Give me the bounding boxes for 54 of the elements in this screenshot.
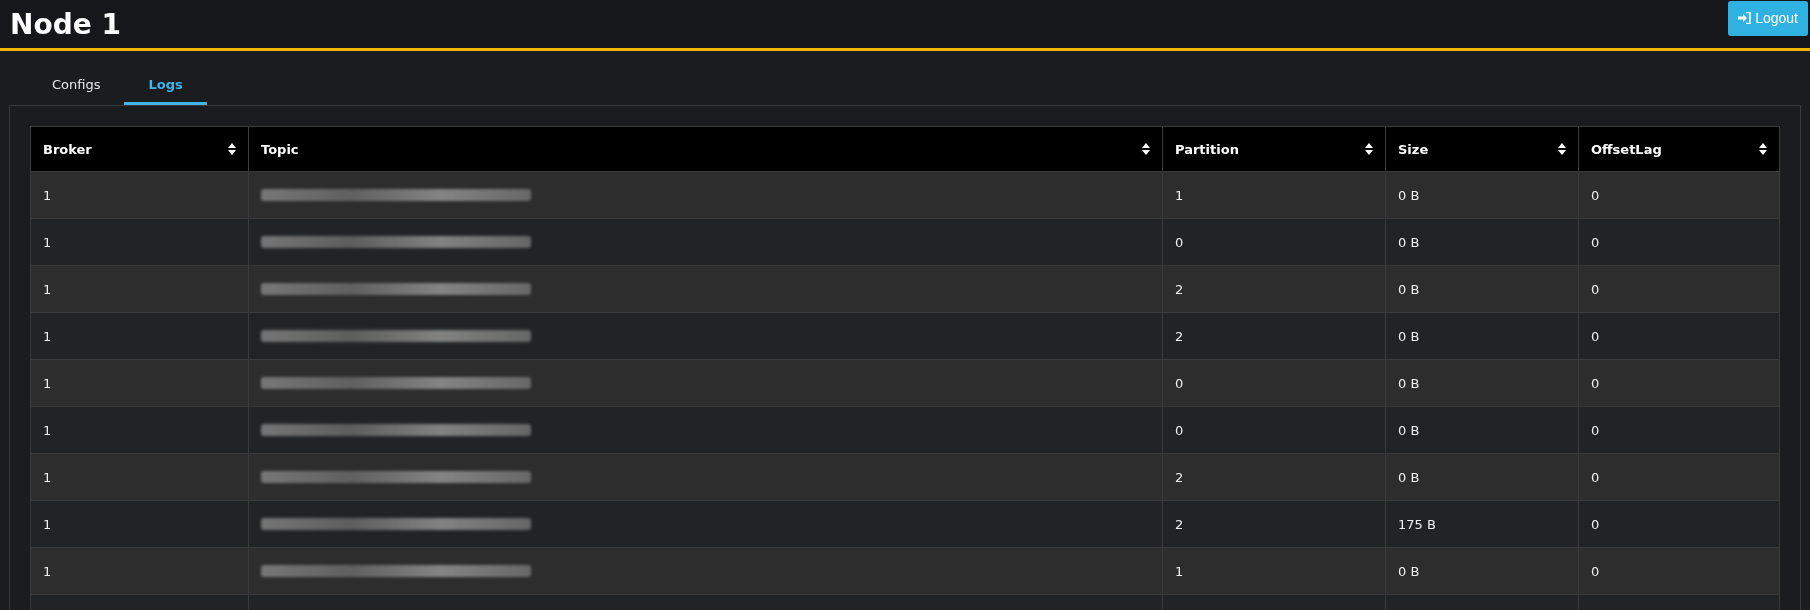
table-cell: 0 <box>1578 312 1780 360</box>
column-header[interactable]: OffsetLag <box>1578 126 1780 172</box>
table-cell: 1 <box>30 312 249 360</box>
sort-icon[interactable] <box>1365 143 1373 155</box>
table-cell: 0 B <box>1385 171 1579 219</box>
column-label: Topic <box>261 141 299 157</box>
table-cell: 1 <box>30 406 249 454</box>
column-header[interactable]: Broker <box>30 126 249 172</box>
table-cell: 0 <box>1578 265 1780 313</box>
table-cell: 0 <box>1578 171 1780 219</box>
table-cell: 0 <box>1578 406 1780 454</box>
table-cell: 1 <box>30 171 249 219</box>
page-title: Node 1 <box>10 7 121 41</box>
table-cell: 0 B <box>1385 312 1579 360</box>
sort-icon[interactable] <box>1558 143 1566 155</box>
table-cell: 0 B <box>1385 406 1579 454</box>
sort-icon[interactable] <box>228 143 236 155</box>
column-header[interactable]: Size <box>1385 126 1579 172</box>
table-cell: 1 <box>1162 171 1386 219</box>
table-cell: 0 B <box>1385 218 1579 266</box>
table-cell: 2 <box>1162 453 1386 501</box>
table-cell: 1 <box>30 453 249 501</box>
table-cell: 2 <box>1162 265 1386 313</box>
table-cell: 2 <box>1162 312 1386 360</box>
table-cell: 1 <box>30 359 249 407</box>
column-header[interactable]: Topic <box>248 126 1163 172</box>
table-cell: 1 <box>30 265 249 313</box>
table-cell: 0 <box>1578 547 1780 595</box>
sort-icon[interactable] <box>1759 143 1767 155</box>
table-cell: 0 <box>1578 218 1780 266</box>
column-label: Partition <box>1175 141 1239 157</box>
table-cell: 175 B <box>1385 500 1579 548</box>
table-cell: 2 <box>1162 500 1386 548</box>
table-cell: 0 B <box>1385 547 1579 595</box>
table-cell: 0 B <box>1385 359 1579 407</box>
sort-icon[interactable] <box>1142 143 1150 155</box>
column-label: OffsetLag <box>1591 141 1662 157</box>
table-cell: 0 <box>1162 359 1386 407</box>
sign-in-icon <box>1738 12 1752 24</box>
table-cell: 1 <box>30 547 249 595</box>
table-cell: 0 <box>1578 359 1780 407</box>
column-header[interactable]: Partition <box>1162 126 1386 172</box>
table-cell: 0 <box>1162 218 1386 266</box>
column-label: Broker <box>43 141 92 157</box>
table-cell: 1 <box>30 218 249 266</box>
table-cell: 0 <box>1162 406 1386 454</box>
table-cell: 0 <box>1578 500 1780 548</box>
table-cell: 1 <box>1162 547 1386 595</box>
column-label: Size <box>1398 141 1429 157</box>
table-cell: 0 B <box>1385 453 1579 501</box>
tab[interactable]: Configs <box>28 69 125 105</box>
table-cell: 0 B <box>1385 265 1579 313</box>
table-cell: 0 <box>1578 453 1780 501</box>
table-cell: 1 <box>30 500 249 548</box>
